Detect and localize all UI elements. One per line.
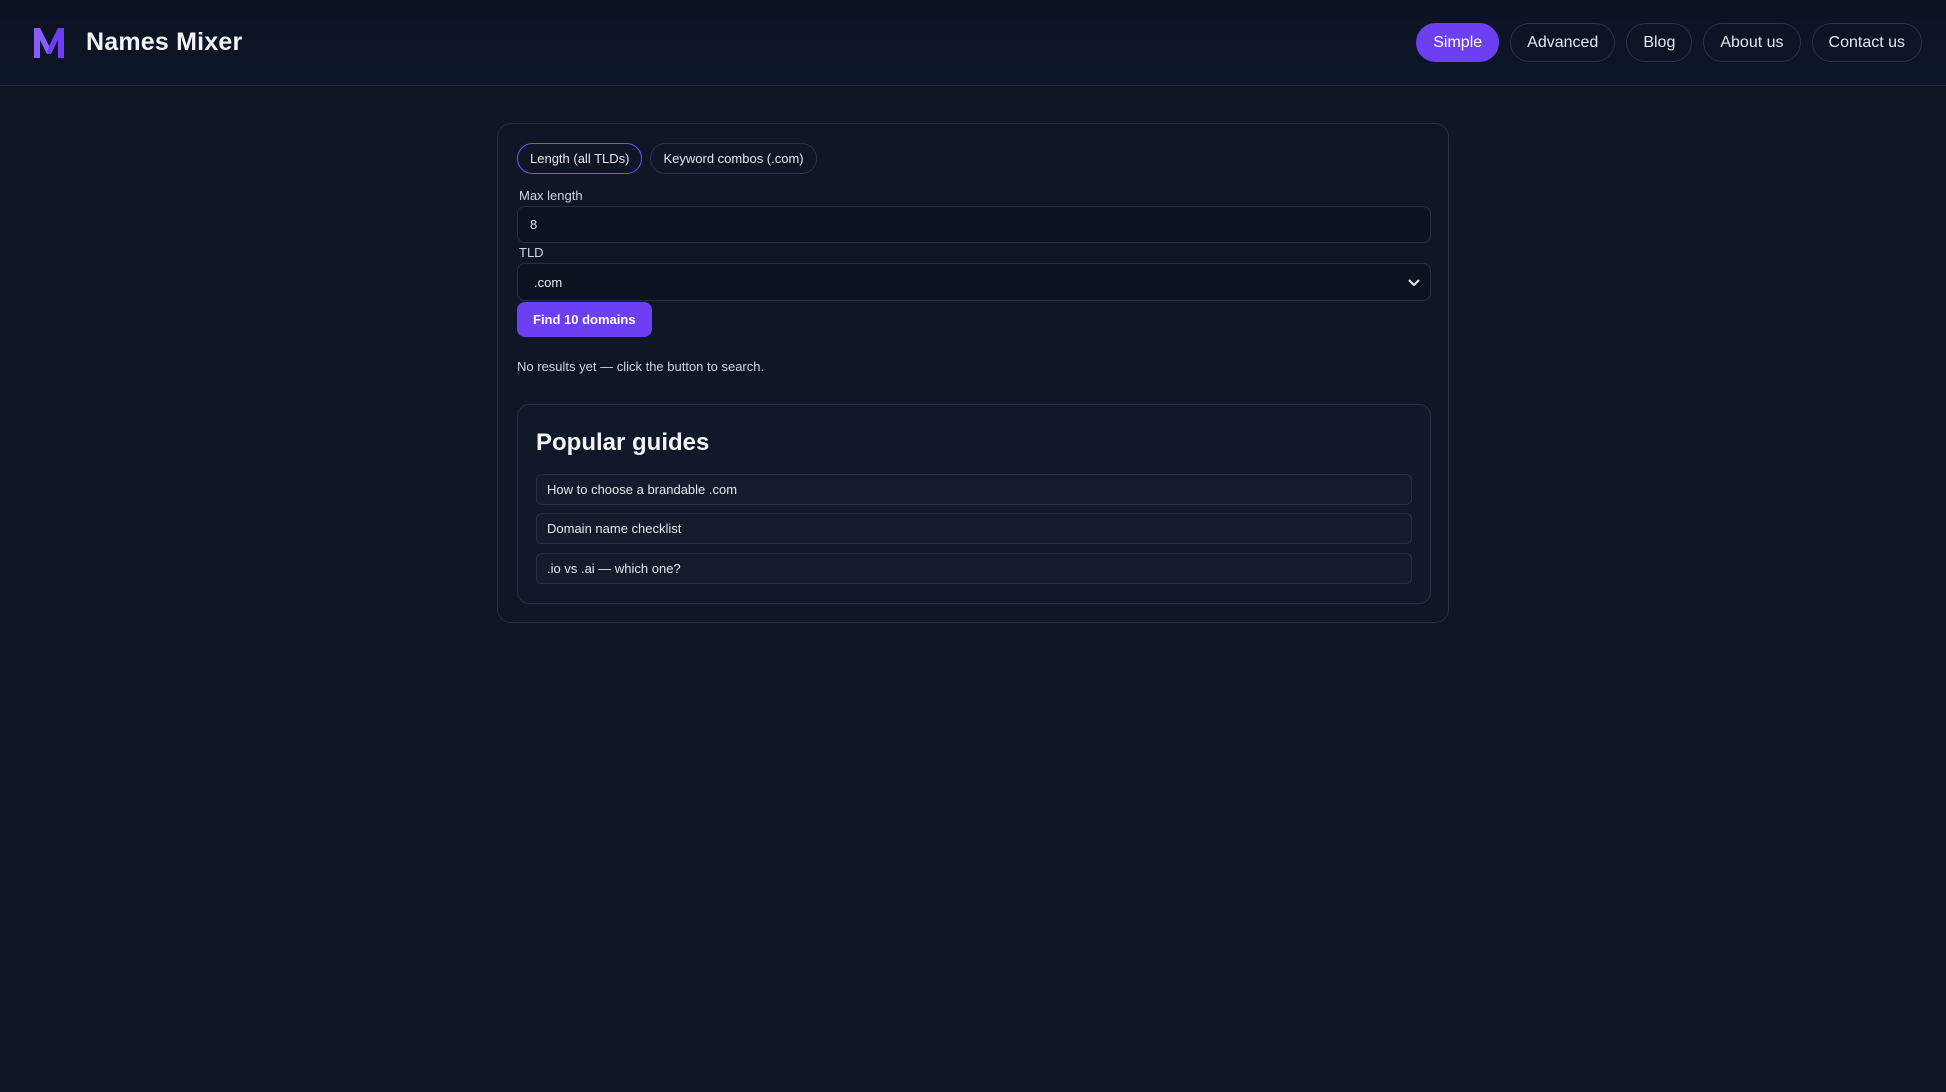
guide-link-io-vs-ai[interactable]: .io vs .ai — which one? [536, 553, 1412, 584]
guides-title: Popular guides [536, 429, 710, 456]
main-nav: Simple Advanced Blog About us Contact us [1405, 23, 1922, 62]
nav-about-button[interactable]: About us [1703, 23, 1801, 62]
tab-length-all-tlds[interactable]: Length (all TLDs) [517, 143, 643, 174]
max-length-input[interactable] [517, 206, 1431, 243]
find-domains-button[interactable]: Find 10 domains [517, 302, 652, 337]
top-bar: Names Mixer Simple Advanced Blog About u… [0, 0, 1946, 86]
brand-name: Names Mixer [86, 27, 243, 56]
nav-blog-button[interactable]: Blog [1626, 23, 1693, 62]
guide-link-domain-checklist[interactable]: Domain name checklist [536, 513, 1412, 544]
results-status: No results yet — click the button to sea… [517, 359, 765, 374]
tld-selected-value: .com [534, 274, 563, 290]
mode-tabs: Length (all TLDs) Keyword combos (.com) [517, 143, 825, 174]
nav-advanced-button[interactable]: Advanced [1510, 23, 1616, 62]
nm-logo-icon [34, 28, 64, 58]
tld-select[interactable]: .com [517, 263, 1431, 301]
nav-simple-button[interactable]: Simple [1416, 23, 1500, 62]
brand[interactable]: Names Mixer [32, 24, 242, 60]
popular-guides-panel: Popular guides How to choose a brandable… [517, 404, 1431, 604]
search-card: Length (all TLDs) Keyword combos (.com) … [497, 123, 1449, 623]
max-length-label: Max length [519, 188, 583, 203]
chevron-down-icon [1408, 279, 1420, 286]
tab-keyword-combos[interactable]: Keyword combos (.com) [650, 143, 817, 174]
tld-label: TLD [519, 245, 544, 260]
nav-contact-button[interactable]: Contact us [1811, 23, 1922, 62]
guide-link-brandable-com[interactable]: How to choose a brandable .com [536, 474, 1412, 505]
